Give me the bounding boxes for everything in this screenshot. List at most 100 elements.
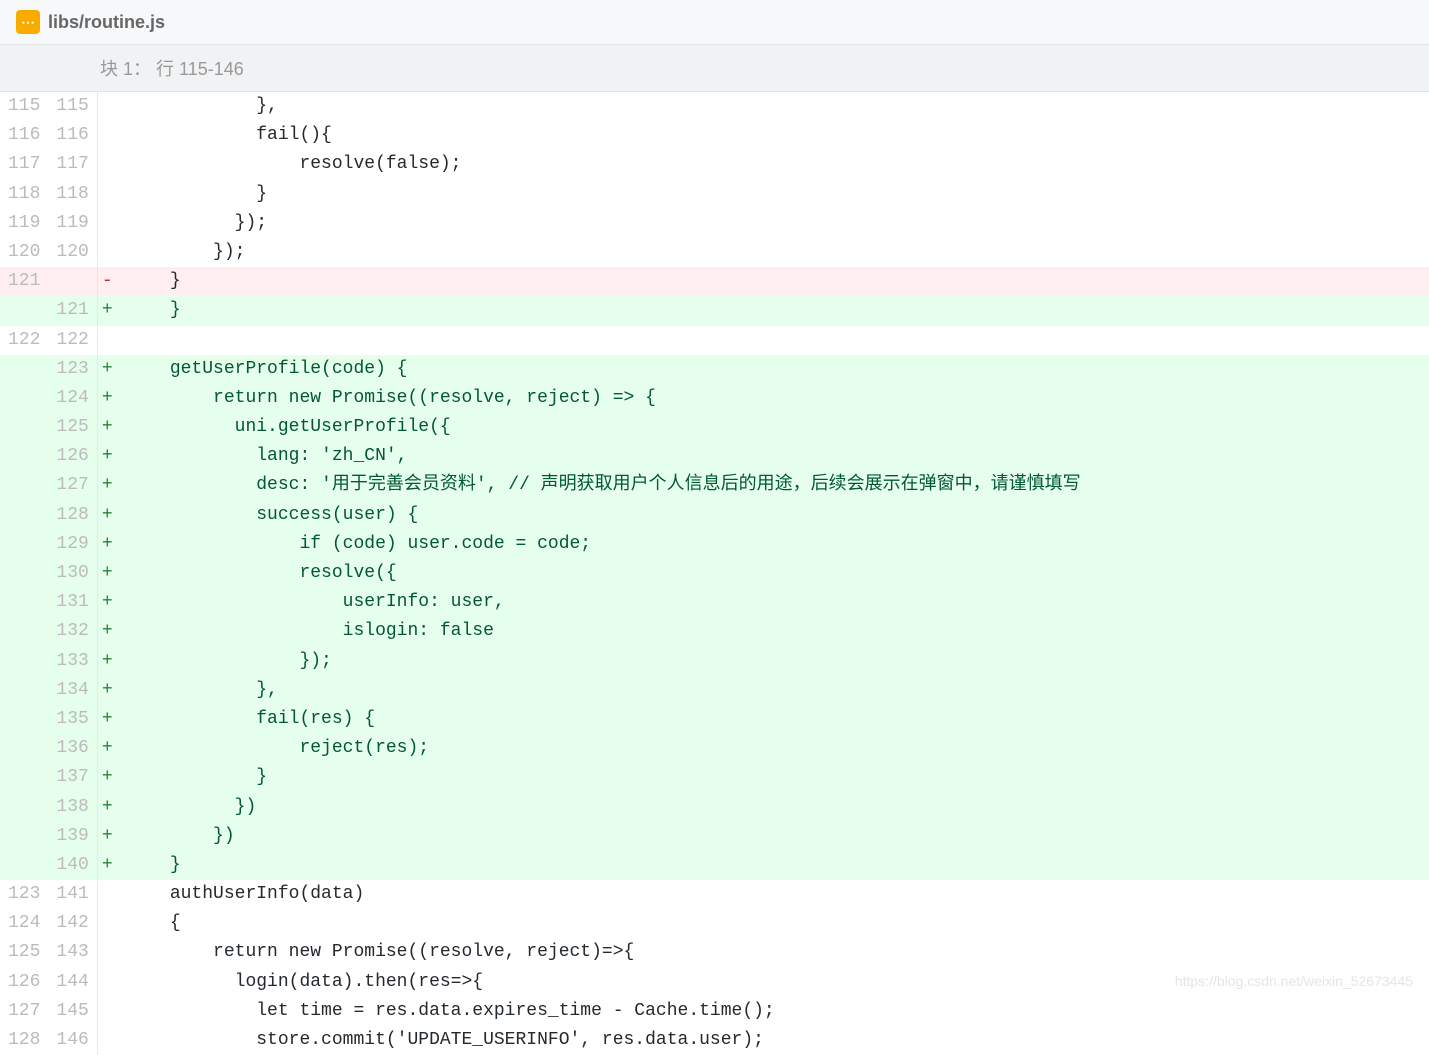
new-line-number: 134 [48, 676, 97, 705]
diff-marker: + [97, 501, 116, 530]
code-content[interactable]: islogin: false [117, 617, 1429, 646]
code-content[interactable]: resolve({ [117, 559, 1429, 588]
diff-marker: + [97, 822, 116, 851]
diff-line: 128146 store.commit('UPDATE_USERINFO', r… [0, 1026, 1429, 1055]
code-content[interactable]: getUserProfile(code) { [117, 355, 1429, 384]
code-content[interactable]: reject(res); [117, 734, 1429, 763]
code-content[interactable]: resolve(false); [117, 150, 1429, 179]
diff-marker: + [97, 763, 116, 792]
code-content[interactable]: userInfo: user, [117, 588, 1429, 617]
new-line-number: 135 [48, 705, 97, 734]
diff-line: 137+ } [0, 763, 1429, 792]
code-content[interactable]: authUserInfo(data) [117, 880, 1429, 909]
diff-line: 121 - } [0, 267, 1429, 296]
diff-marker [97, 326, 116, 355]
code-content[interactable]: uni.getUserProfile({ [117, 413, 1429, 442]
code-content[interactable]: fail(res) { [117, 705, 1429, 734]
hunk-header[interactable]: 块 1： 行 115-146 [0, 45, 1429, 92]
new-line-number [48, 267, 97, 296]
old-line-number [0, 763, 48, 792]
code-content[interactable]: }); [117, 238, 1429, 267]
diff-line: 132+ islogin: false [0, 617, 1429, 646]
new-line-number: 130 [48, 559, 97, 588]
diff-marker: + [97, 734, 116, 763]
new-line-number: 117 [48, 150, 97, 179]
new-line-number: 141 [48, 880, 97, 909]
code-content[interactable]: return new Promise((resolve, reject)=>{ [117, 938, 1429, 967]
diff-marker: - [97, 267, 116, 296]
new-line-number: 128 [48, 501, 97, 530]
code-content[interactable]: lang: 'zh_CN', [117, 442, 1429, 471]
diff-marker: + [97, 296, 116, 325]
old-line-number [0, 588, 48, 617]
diff-marker: + [97, 705, 116, 734]
diff-line: 120120 }); [0, 238, 1429, 267]
code-content[interactable]: }) [117, 793, 1429, 822]
code-content[interactable]: if (code) user.code = code; [117, 530, 1429, 559]
code-content[interactable]: }) [117, 822, 1429, 851]
code-content[interactable]: }); [117, 209, 1429, 238]
old-line-number [0, 647, 48, 676]
code-content[interactable]: fail(){ [117, 121, 1429, 150]
new-line-number: 139 [48, 822, 97, 851]
code-content[interactable]: { [117, 909, 1429, 938]
diff-line: 123141 authUserInfo(data) [0, 880, 1429, 909]
diff-marker: + [97, 384, 116, 413]
code-content[interactable]: store.commit('UPDATE_USERINFO', res.data… [117, 1026, 1429, 1055]
diff-line: 140+ } [0, 851, 1429, 880]
file-header: ⋯ libs/routine.js [0, 0, 1429, 45]
code-content[interactable]: } [117, 180, 1429, 209]
code-content[interactable]: } [117, 296, 1429, 325]
new-line-number: 143 [48, 938, 97, 967]
new-line-number: 126 [48, 442, 97, 471]
new-line-number: 116 [48, 121, 97, 150]
code-content[interactable]: }); [117, 647, 1429, 676]
code-content[interactable]: desc: '用于完善会员资料', // 声明获取用户个人信息后的用途，后续会展… [117, 471, 1429, 500]
code-content[interactable]: }, [117, 92, 1429, 121]
old-line-number: 125 [0, 938, 48, 967]
diff-marker: + [97, 530, 116, 559]
diff-marker [97, 150, 116, 179]
diff-marker [97, 238, 116, 267]
new-line-number: 121 [48, 296, 97, 325]
code-content[interactable]: } [117, 763, 1429, 792]
new-line-number: 125 [48, 413, 97, 442]
new-line-number: 127 [48, 471, 97, 500]
hunk-label: 块 1： 行 115-146 [100, 59, 244, 79]
code-content[interactable]: } [117, 851, 1429, 880]
new-line-number: 129 [48, 530, 97, 559]
diff-marker: + [97, 442, 116, 471]
old-line-number: 121 [0, 267, 48, 296]
code-content[interactable]: }, [117, 676, 1429, 705]
new-line-number: 120 [48, 238, 97, 267]
diff-line: 136+ reject(res); [0, 734, 1429, 763]
diff-marker: + [97, 851, 116, 880]
new-line-number: 140 [48, 851, 97, 880]
old-line-number [0, 471, 48, 500]
old-line-number [0, 501, 48, 530]
code-content[interactable]: success(user) { [117, 501, 1429, 530]
old-line-number [0, 705, 48, 734]
old-line-number: 124 [0, 909, 48, 938]
diff-line: 129+ if (code) user.code = code; [0, 530, 1429, 559]
code-content[interactable]: let time = res.data.expires_time - Cache… [117, 997, 1429, 1026]
diff-marker: + [97, 676, 116, 705]
diff-line: 134+ }, [0, 676, 1429, 705]
new-line-number: 119 [48, 209, 97, 238]
code-content[interactable]: } [117, 267, 1429, 296]
new-line-number: 138 [48, 793, 97, 822]
new-line-number: 124 [48, 384, 97, 413]
diff-line: 115115 }, [0, 92, 1429, 121]
diff-marker: + [97, 413, 116, 442]
diff-line: 131+ userInfo: user, [0, 588, 1429, 617]
diff-marker [97, 880, 116, 909]
old-line-number [0, 676, 48, 705]
old-line-number: 123 [0, 880, 48, 909]
code-content[interactable] [117, 326, 1429, 355]
diff-line: 122122 [0, 326, 1429, 355]
file-path[interactable]: libs/routine.js [48, 12, 165, 33]
old-line-number [0, 559, 48, 588]
code-content[interactable]: return new Promise((resolve, reject) => … [117, 384, 1429, 413]
diff-marker [97, 92, 116, 121]
diff-line: 127+ desc: '用于完善会员资料', // 声明获取用户个人信息后的用途… [0, 471, 1429, 500]
